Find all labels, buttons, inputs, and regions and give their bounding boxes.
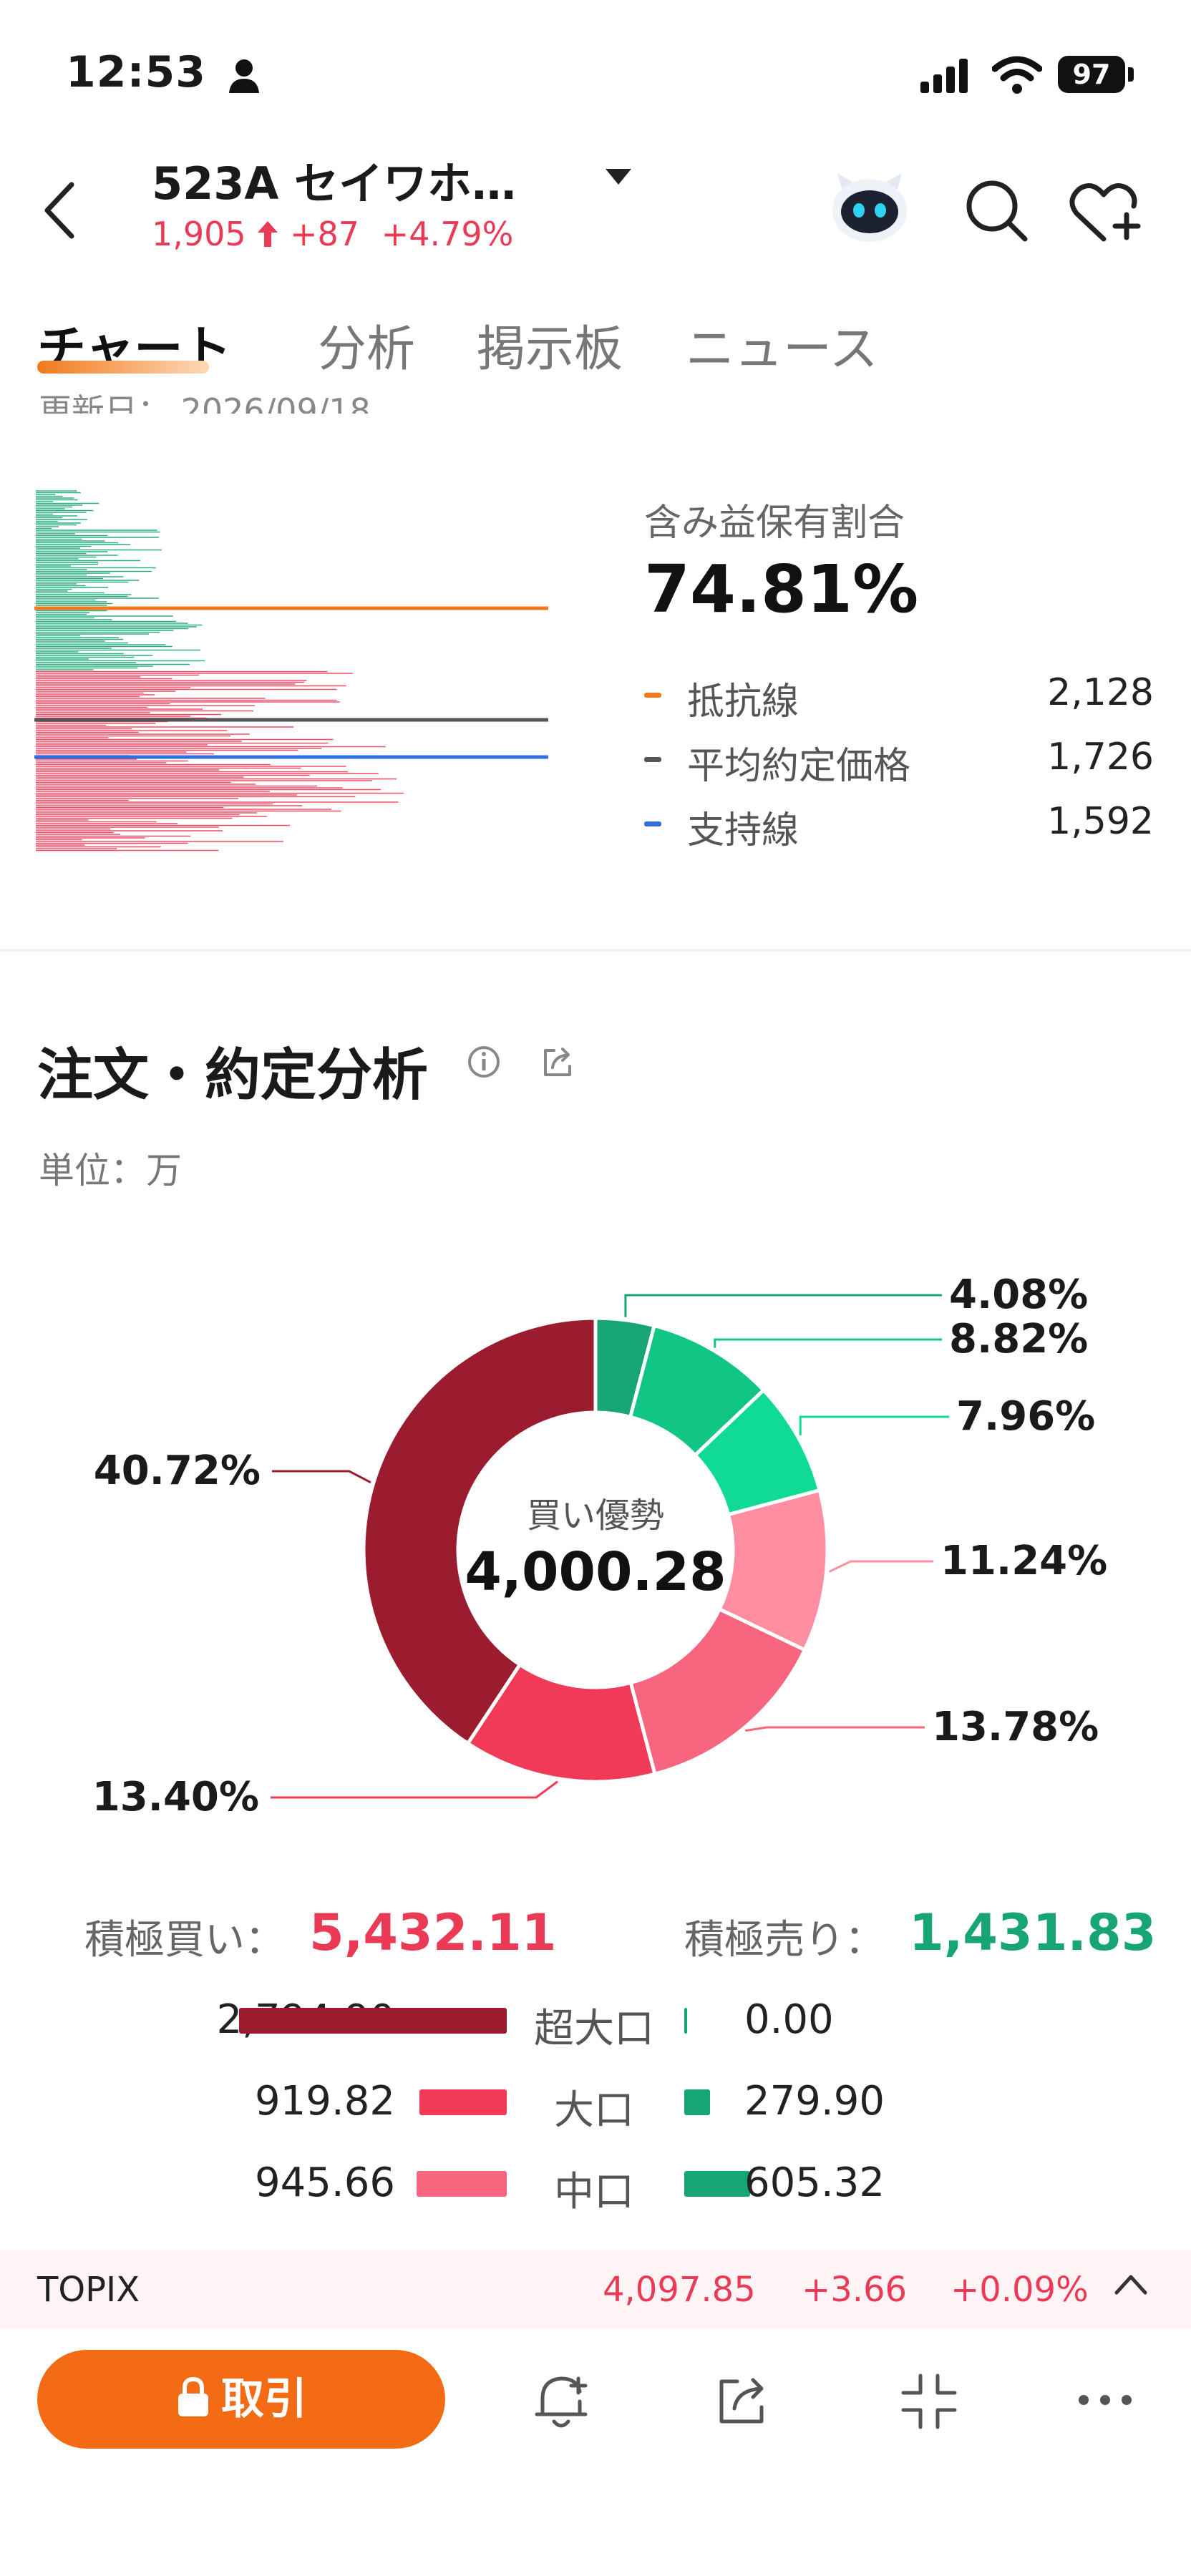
order-row-medium: 945.66 中口 605.32: [255, 2160, 885, 2215]
price-change-pct: +4.79%: [381, 215, 514, 253]
donut-pct-label: 4.08%: [949, 1272, 1088, 1318]
back-arrow-icon[interactable]: [40, 180, 77, 240]
price-change: +87: [289, 215, 360, 253]
share-icon[interactable]: [717, 2374, 772, 2429]
donut-pct-label: 13.40%: [92, 1774, 259, 1820]
unit-label: 単位：万: [39, 1150, 182, 1191]
battery-indicator: 97: [1058, 56, 1125, 93]
donut-center-label: 買い優勢: [527, 1496, 664, 1536]
info-icon[interactable]: [467, 1045, 501, 1079]
sell-total-label: 積極売り：: [684, 1917, 885, 1963]
legend-average-price: 平均約定価格 1,726: [644, 736, 1154, 788]
donut-pct-label: 13.78%: [932, 1704, 1099, 1750]
donut-pct-label: 40.72%: [94, 1448, 261, 1494]
index-change: +3.66: [802, 2270, 908, 2310]
search-icon[interactable]: [965, 179, 1028, 242]
alert-bell-icon[interactable]: [534, 2370, 591, 2431]
donut-leader-line: [828, 1560, 933, 1573]
sell-total-value: 1,431.83: [909, 1903, 1157, 1962]
dropdown-icon[interactable]: [604, 166, 633, 186]
legend-resistance: 抵抗線 2,128: [644, 671, 1154, 723]
index-change-pct: +0.09%: [951, 2270, 1089, 2310]
donut-leader-line: [624, 1294, 942, 1317]
buy-bar: [239, 2008, 507, 2034]
trade-button[interactable]: 取引: [37, 2350, 445, 2449]
collapse-icon[interactable]: [900, 2373, 958, 2430]
index-ticker-bar[interactable]: TOPIX 4,097.85 +3.66 +0.09%: [0, 2250, 1191, 2328]
tab-news[interactable]: ニュース: [686, 309, 878, 380]
cost-distribution-chart: [34, 490, 548, 852]
stock-price-line: 1,905 +87 +4.79%: [152, 215, 513, 253]
more-icon[interactable]: [1078, 2393, 1132, 2407]
index-name: TOPIX: [37, 2270, 140, 2310]
wifi-icon: [992, 56, 1042, 94]
index-value: 4,097.85: [603, 2270, 756, 2310]
donut-leader-line: [745, 1726, 925, 1732]
sell-bar: [684, 2008, 687, 2034]
lock-icon: [178, 2376, 208, 2416]
share-icon[interactable]: [541, 1046, 574, 1079]
sell-bar: [684, 2171, 750, 2197]
section-title: 注文・約定分析: [37, 1043, 429, 1108]
donut-leader-line: [272, 1470, 371, 1484]
buy-total-value: 5,432.11: [309, 1903, 557, 1962]
tab-board[interactable]: 掲示板: [477, 309, 623, 380]
signal-icon: [920, 59, 968, 93]
buy-bar: [419, 2089, 507, 2115]
legend-support: 支持線 1,592: [644, 800, 1154, 852]
donut-leader-line: [799, 1415, 949, 1435]
order-row-large: 919.82 大口 279.90: [255, 2078, 885, 2134]
price-value: 1,905: [152, 215, 246, 253]
profit-ratio-title: 含み益保有割合: [644, 502, 905, 545]
active-tab-indicator: [37, 361, 209, 374]
sell-bar: [684, 2089, 710, 2115]
tab-analysis[interactable]: 分析: [318, 309, 415, 380]
donut-leader-line: [714, 1338, 942, 1348]
stock-name[interactable]: 523A セイワホ…: [152, 147, 516, 212]
chevron-up-icon[interactable]: [1114, 2273, 1148, 2296]
person-icon: [229, 59, 259, 93]
donut-pct-label: 8.82%: [949, 1316, 1088, 1362]
updated-date: 更新日： 2026/09/18: [39, 391, 371, 414]
section-divider: [0, 949, 1191, 952]
donut-leader-line: [271, 1780, 558, 1799]
donut-pct-label: 11.24%: [940, 1538, 1107, 1584]
donut-pct-label: 7.96%: [956, 1393, 1095, 1440]
buy-bar: [417, 2171, 507, 2197]
buy-total-label: 積極買い：: [84, 1917, 285, 1963]
ai-robot-icon[interactable]: [830, 170, 909, 245]
order-donut-chart: 4.08%8.82%7.96%11.24%13.78%13.40%40.72% …: [92, 1272, 1108, 1820]
status-time: 12:53: [66, 47, 206, 97]
profit-ratio-value: 74.81%: [644, 551, 919, 628]
add-watchlist-icon[interactable]: [1069, 182, 1144, 242]
donut-center-value: 4,000.28: [465, 1541, 726, 1603]
battery-tip: [1128, 67, 1134, 82]
up-arrow-icon: [258, 221, 278, 247]
order-row-extra-large: 2,794.90 超大口 0.00: [0, 1996, 1191, 2057]
